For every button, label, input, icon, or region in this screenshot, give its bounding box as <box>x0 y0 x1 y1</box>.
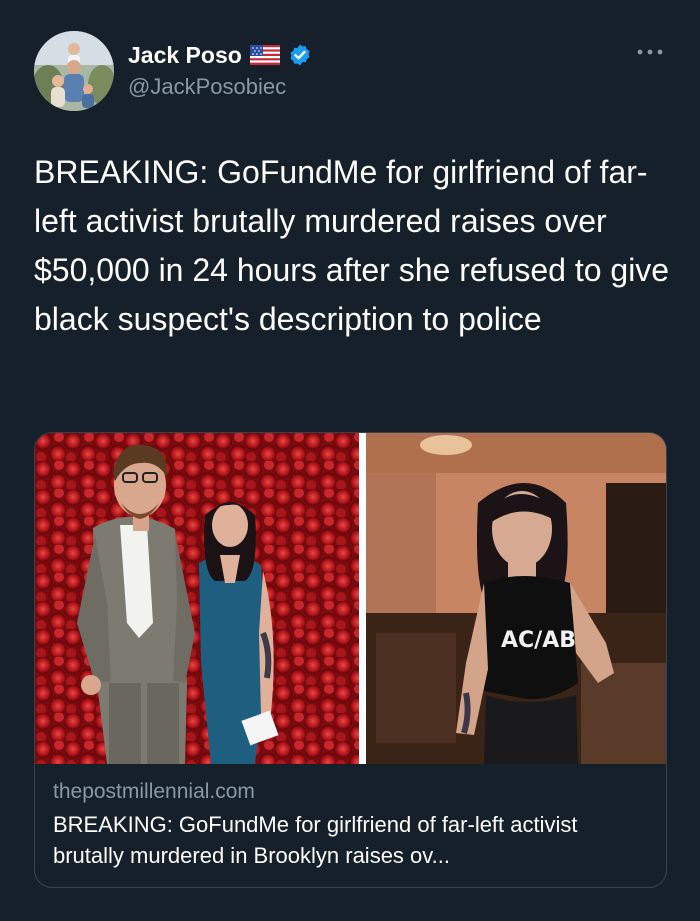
image-divider <box>359 433 366 764</box>
author-handle[interactable]: @JackPosobiec <box>128 74 286 100</box>
woman-photo: AC/AB <box>366 433 666 764</box>
tweet: Jack Poso @JackPosobiec BREAKING: GoFund… <box>0 0 700 921</box>
couple-photo <box>35 433 359 764</box>
us-flag-icon <box>249 45 280 65</box>
link-card-meta[interactable]: thepostmillennial.com BREAKING: GoFundMe… <box>53 777 653 871</box>
avatar[interactable] <box>34 31 114 111</box>
more-options-icon[interactable] <box>634 44 666 60</box>
link-card-domain: thepostmillennial.com <box>53 780 255 803</box>
link-card-images[interactable]: AC/AB <box>35 433 666 764</box>
tweet-text: BREAKING: GoFundMe for girlfriend of far… <box>34 154 670 337</box>
link-card-title: BREAKING: GoFundMe for girlfriend of far… <box>53 812 578 868</box>
link-card[interactable]: AC/AB thepostmillennial.com BREAKING: Go… <box>34 432 667 888</box>
shirt-text: AC/AB <box>501 628 576 653</box>
author-name-row: Jack Poso <box>128 40 312 70</box>
author-display-name[interactable]: Jack Poso <box>128 42 242 69</box>
avatar-photo <box>34 31 114 111</box>
verified-badge-icon <box>288 43 312 67</box>
